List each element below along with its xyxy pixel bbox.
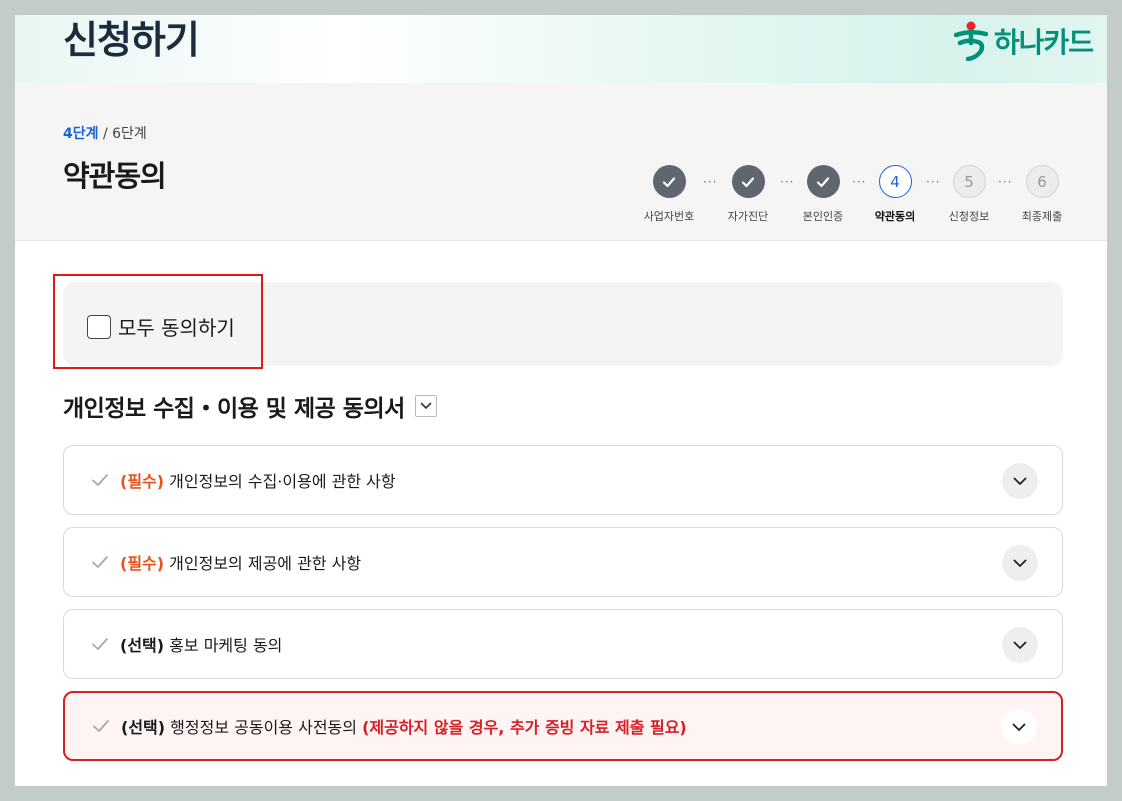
term-item[interactable]: (필수) 개인정보의 제공에 관한 사항 — [63, 527, 1063, 597]
chevron-down-icon — [1013, 559, 1027, 567]
step-number: 6 — [1025, 165, 1059, 198]
term-item[interactable]: (선택) 홍보 마케팅 동의 — [63, 609, 1063, 679]
chevron-down-icon — [1013, 641, 1027, 649]
term-tag: (선택) — [121, 718, 166, 737]
step-label: 사업자번호 — [643, 210, 695, 223]
step-1: 사업자번호 — [639, 165, 699, 224]
step-label: 최종제출 — [1021, 210, 1063, 223]
page-title: 신청하기 — [63, 18, 200, 62]
expand-button[interactable] — [1002, 463, 1038, 499]
term-text: (필수) 개인정보의 제공에 관한 사항 — [120, 550, 361, 574]
expand-button[interactable] — [1002, 627, 1038, 663]
brand-logo[interactable]: 하나카드 — [953, 21, 1094, 61]
chevron-down-icon — [1013, 477, 1027, 485]
term-item-warning[interactable]: (선택) 행정정보 공동이용 사전동의 (제공하지 않을 경우, 추가 증빙 자… — [63, 691, 1063, 761]
check-icon — [92, 638, 108, 650]
step-separator-dots: ··· — [703, 175, 718, 189]
page-header: 신청하기 하나카드 — [15, 15, 1107, 83]
term-text: (선택) 홍보 마케팅 동의 — [120, 632, 282, 656]
chevron-down-icon — [420, 402, 432, 410]
term-tag: (필수) — [120, 554, 165, 573]
expand-button[interactable] — [1001, 709, 1037, 745]
term-text: (필수) 개인정보의 수집·이용에 관한 사항 — [120, 468, 396, 492]
window-backdrop-left — [0, 0, 15, 801]
term-item[interactable]: (필수) 개인정보의 수집·이용에 관한 사항 — [63, 445, 1063, 515]
window-backdrop-right — [1107, 0, 1122, 801]
highlight-box — [53, 274, 263, 369]
application-page: 신청하기 하나카드 4단계 / 6단계 약관동의 사업자번호 ··· 자가진단 … — [15, 15, 1107, 786]
term-warning-note: (제공하지 않을 경우, 추가 증빙 자료 제출 필요) — [362, 718, 687, 737]
step-done-icon — [652, 165, 686, 198]
step-separator-dots: ··· — [998, 175, 1013, 189]
hana-logo-icon — [953, 21, 988, 61]
step-label: 신청정보 — [948, 210, 990, 223]
step-5: 5 신청정보 — [939, 165, 999, 224]
term-title: 개인정보의 제공에 관한 사항 — [169, 554, 362, 573]
step-label: 본인인증 — [802, 210, 844, 223]
step-6: 6 최종제출 — [1012, 165, 1072, 224]
step-2: 자가진단 — [718, 165, 778, 224]
step-label: 자가진단 — [727, 210, 769, 223]
term-title: 개인정보의 수집·이용에 관한 사항 — [169, 472, 396, 491]
expand-button[interactable] — [1002, 545, 1038, 581]
step-number: 5 — [952, 165, 986, 198]
step-3: 본인인증 — [793, 165, 853, 224]
check-icon — [93, 720, 109, 732]
total-step-label: 6단계 — [112, 126, 147, 142]
step-heading: 약관동의 — [63, 159, 167, 193]
stepper: 사업자번호 ··· 자가진단 ··· 본인인증 ··· 4 약관동의 ··· 5… — [639, 165, 1069, 225]
progress-section: 4단계 / 6단계 약관동의 사업자번호 ··· 자가진단 ··· 본인인증 ·… — [15, 83, 1107, 241]
term-title: 홍보 마케팅 동의 — [169, 636, 283, 655]
term-text: (선택) 행정정보 공동이용 사전동의 (제공하지 않을 경우, 추가 증빙 자… — [121, 714, 687, 738]
section-toggle-button[interactable] — [414, 395, 437, 417]
current-step-label: 4단계 — [63, 126, 99, 142]
term-tag: (필수) — [120, 472, 165, 491]
step-separator: / — [98, 126, 113, 142]
step-done-icon — [731, 165, 765, 198]
check-icon — [92, 556, 108, 568]
step-counter: 4단계 / 6단계 — [63, 123, 147, 143]
window-backdrop-top — [0, 0, 1122, 15]
step-done-icon — [806, 165, 840, 198]
section-title-text: 개인정보 수집・이용 및 제공 동의서 — [63, 396, 405, 422]
check-icon — [92, 474, 108, 486]
term-tag: (선택) — [120, 636, 165, 655]
brand-name: 하나카드 — [993, 26, 1094, 59]
step-number: 4 — [878, 165, 912, 198]
step-4: 4 약관동의 — [865, 165, 925, 224]
section-title: 개인정보 수집・이용 및 제공 동의서 — [63, 389, 437, 423]
step-label: 약관동의 — [874, 210, 916, 223]
window-backdrop-bottom — [0, 786, 1122, 801]
chevron-down-icon — [1012, 723, 1026, 731]
term-title: 행정정보 공동이용 사전동의 — [170, 718, 357, 737]
